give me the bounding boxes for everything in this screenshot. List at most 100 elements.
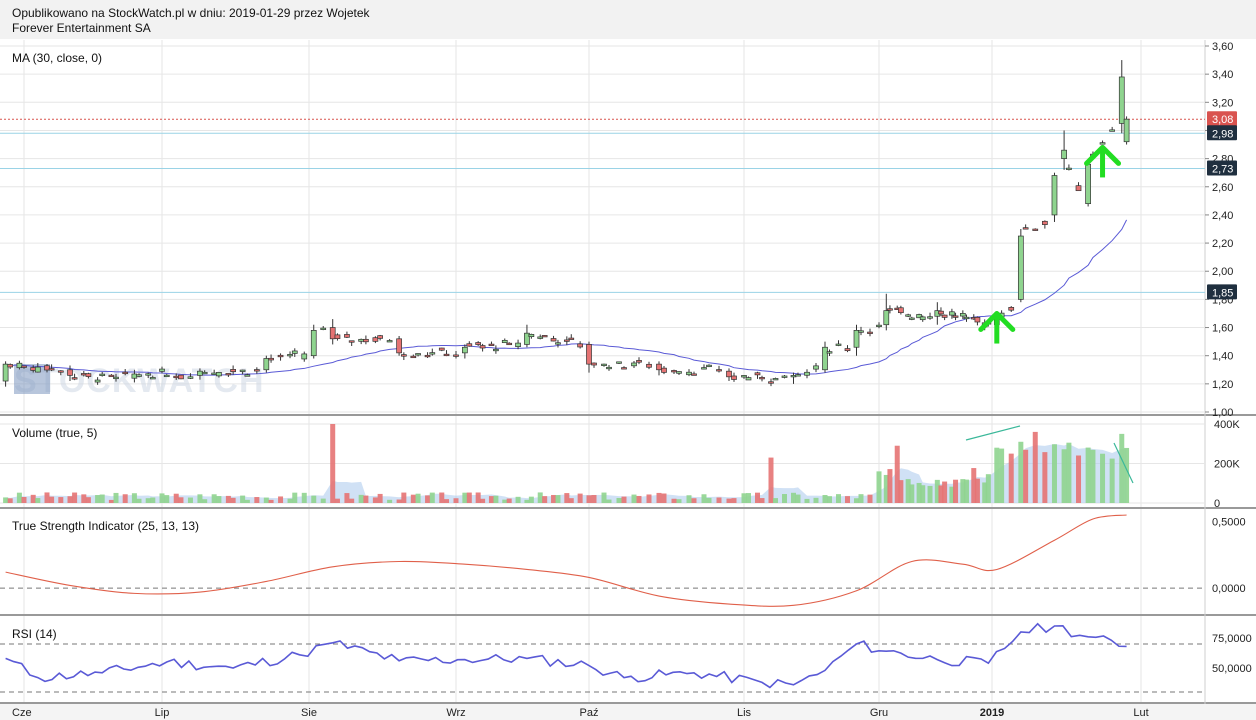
rsi-panel-title: RSI (14) [12,627,57,641]
candle [263,355,270,373]
rsi-tick-label: 50,0000 [1212,663,1252,675]
volume-bar [858,494,864,503]
candle-body [938,310,944,315]
x-axis-label: Sie [301,707,317,719]
candle-body [963,316,970,320]
candle-body [216,372,222,377]
volume-bar [334,498,340,503]
candle-body [334,334,341,339]
volume-bar [410,494,416,503]
candle-body [941,314,948,318]
volume-bar [44,492,50,503]
volume-bar [7,498,13,503]
candle-body [1066,167,1072,170]
price-tick-label: 2,60 [1212,182,1233,194]
volume-bar [994,447,1000,503]
candle-body [616,361,622,364]
volume-bar [701,494,707,503]
candle-body [239,369,246,372]
price-tick-label: 2,20 [1212,238,1233,250]
volume-bar [887,469,893,503]
volume-bar [515,496,521,503]
candle-body [466,343,473,347]
candle-body [1008,307,1015,311]
candle-body [197,370,203,376]
volume-bar [782,494,787,503]
candle-body [853,330,860,348]
volume-bar [759,498,765,503]
volume-bar [122,494,128,503]
volume-bar [358,494,364,503]
volume-bar [867,494,873,503]
candle-body [754,372,761,376]
volume-panel-title: Volume (true, 5) [12,426,97,440]
volume-bar [475,492,481,503]
candle-body [122,371,129,375]
candle [616,361,622,364]
volume-bar [953,479,959,503]
volume-bar [731,498,737,503]
candle-body [905,314,912,317]
price-tick-label: 1,60 [1212,323,1233,335]
volume-bar [67,496,73,503]
candle-body [501,339,508,344]
volume-bar [462,492,468,503]
volume-bar [716,497,722,503]
candle-body [415,353,421,356]
candle-body [57,370,64,373]
volume-bar [244,499,250,503]
candle-body [136,374,142,377]
candle-body [277,354,284,358]
candle-body [99,373,106,376]
volume-bar [555,495,561,503]
candle-body [656,363,662,371]
candle-body [363,338,369,343]
candle-body [48,368,55,371]
volume-bar [429,492,435,503]
volume-bar [136,498,142,503]
candle-body [201,371,208,375]
x-axis-label: Paź [580,707,599,719]
volume-bar [616,497,622,503]
candle-body [131,373,138,379]
volume-tick-label: 200K [1214,459,1240,471]
volume-bar [363,495,369,503]
volume-bar [3,497,9,503]
candle-body [577,343,583,348]
volume-bar [506,498,512,503]
x-axis-label: Cze [12,707,32,719]
candle-body [586,344,592,365]
volume-bar [1076,455,1082,503]
candle-body [268,357,274,361]
candle-body [21,365,27,368]
candle-body [671,370,677,373]
stock-chart[interactable]: MA (30, close, 0)1,001,201,401,601,802,0… [0,0,1256,720]
candle-body [1109,129,1116,132]
volume-bar [1023,449,1029,503]
candle-body [822,346,828,371]
candle [541,335,548,338]
candle-body [34,366,41,373]
volume-bar [1085,447,1091,503]
volume-bar [1109,458,1115,503]
volume-bar [927,485,933,503]
volume-bar [488,496,494,503]
candle [178,374,184,380]
candle-body [320,327,327,330]
volume-bar [320,498,326,503]
panel-rsi [0,616,1205,702]
volume-bar [621,496,627,503]
volume-bar [898,480,904,503]
volume-bar [85,497,91,503]
volume-bar [311,495,317,503]
volume-bar [164,495,170,503]
volume-bar [577,493,583,503]
price-badge-label: 2,73 [1212,163,1233,175]
candle-body [867,331,873,334]
candle-body [386,340,393,343]
volume-bar [99,494,105,503]
candle-body [686,371,692,376]
volume-bar [21,497,27,503]
price-tick-label: 3,40 [1212,69,1233,81]
volume-bar [292,492,298,503]
